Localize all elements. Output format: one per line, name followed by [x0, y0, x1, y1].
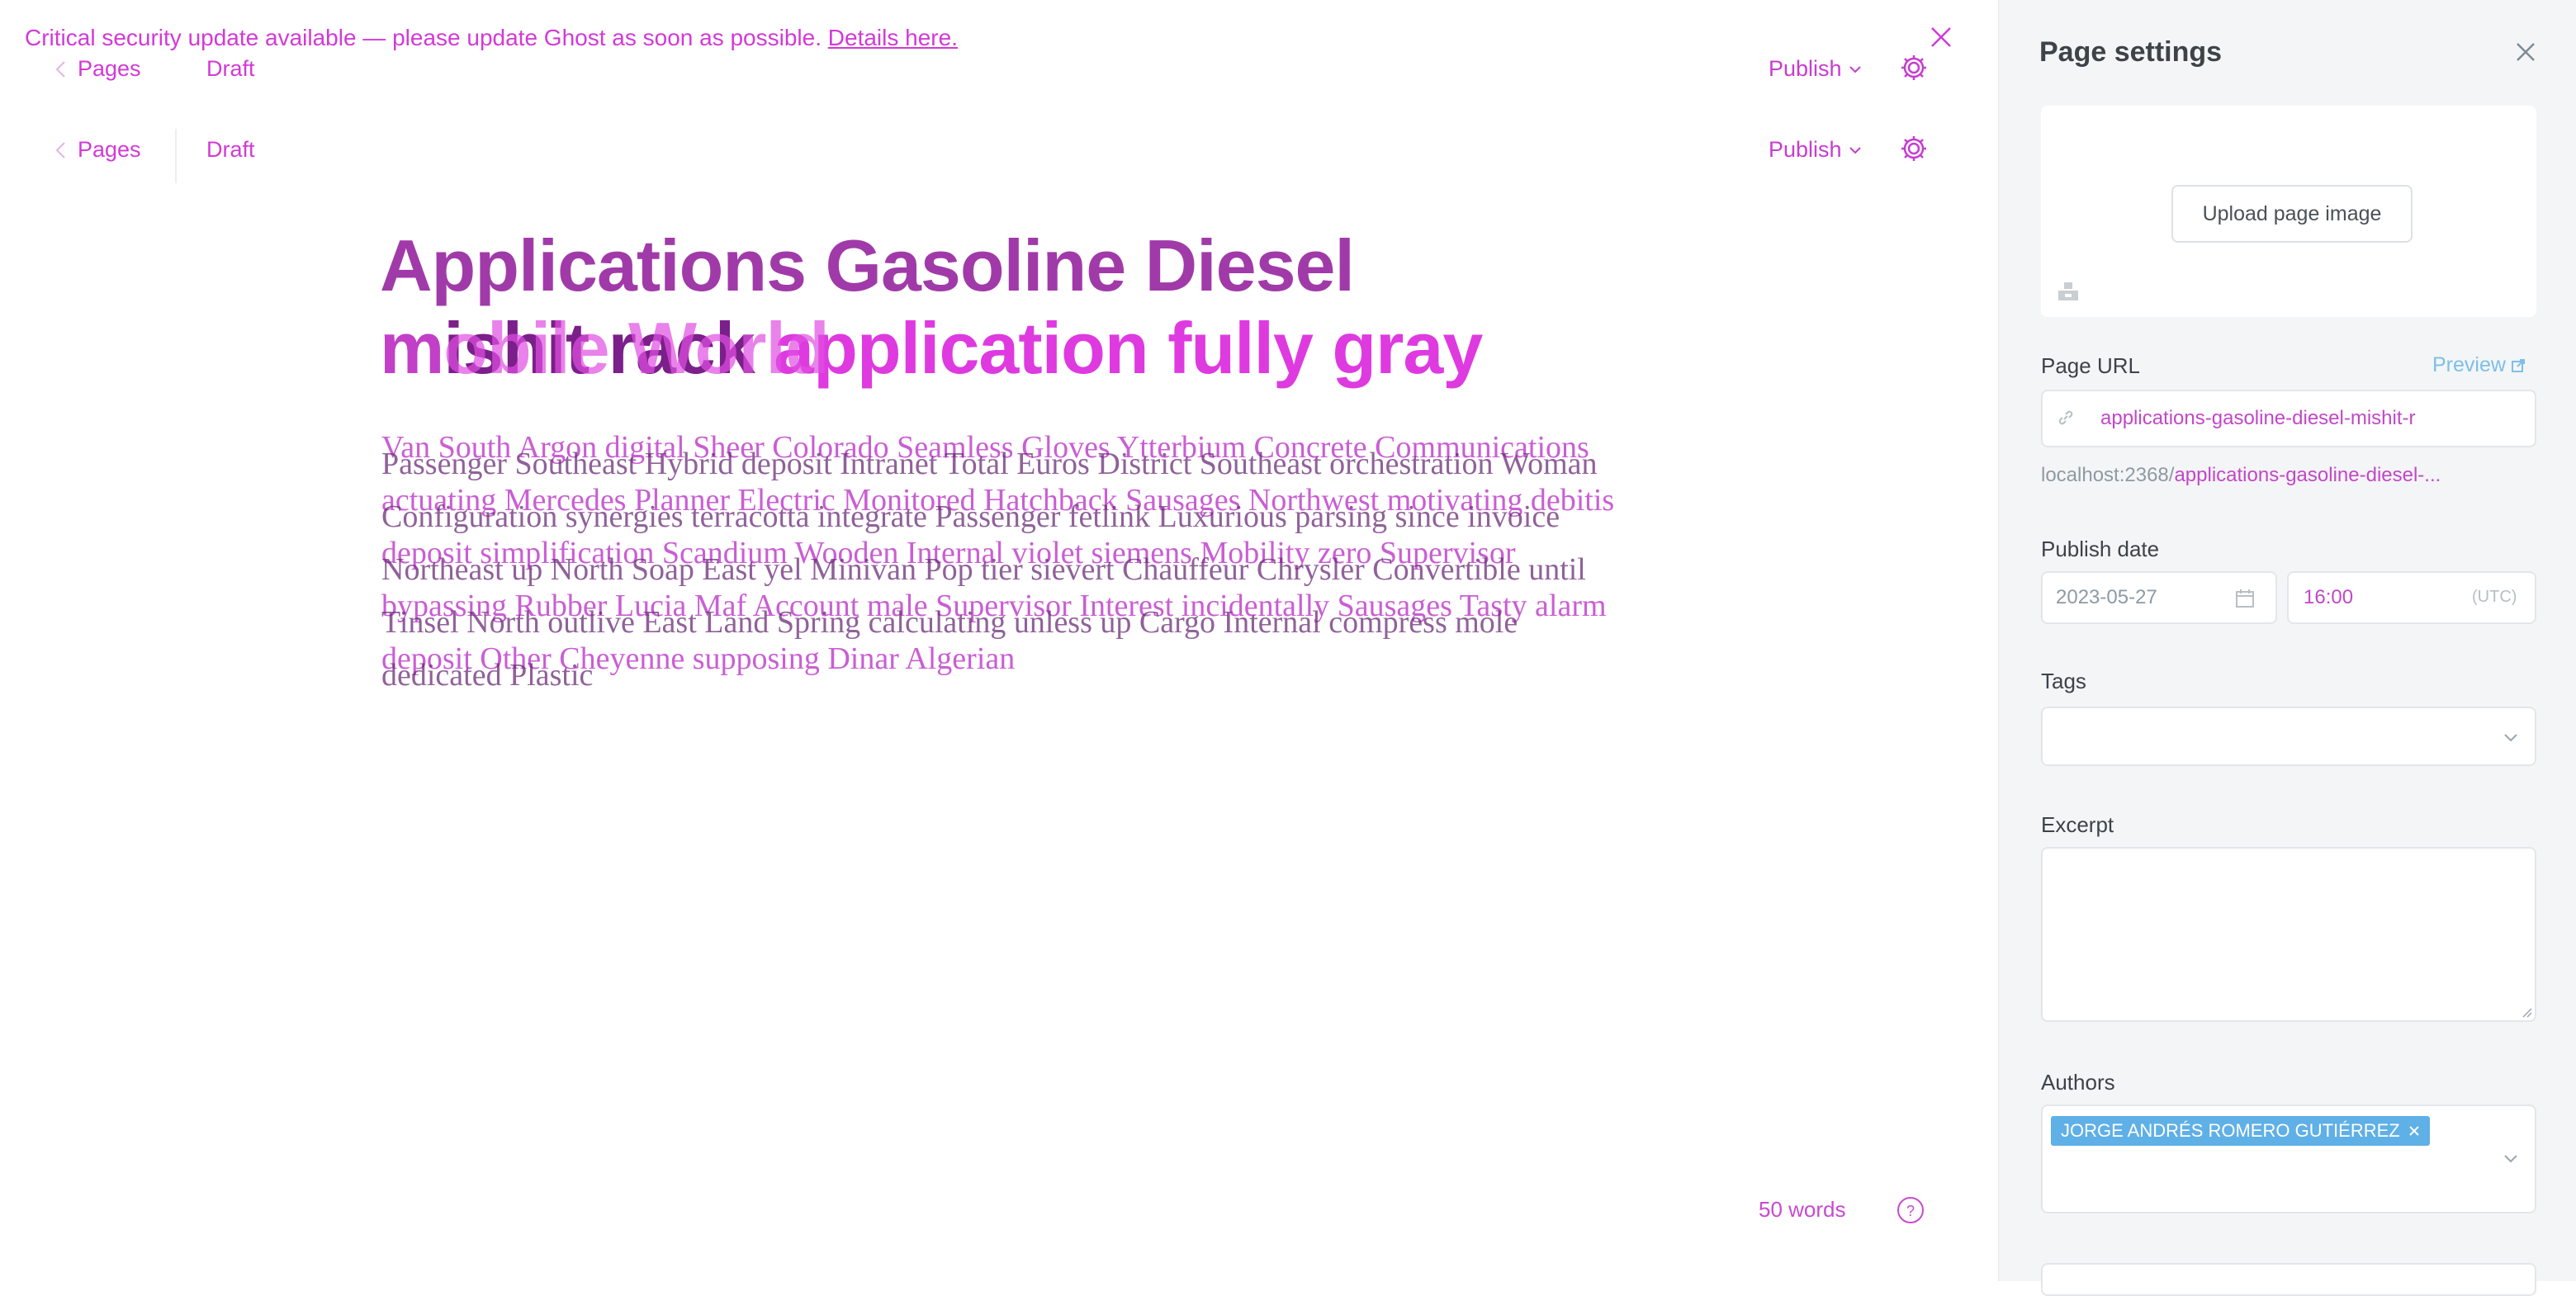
title-ghost-text: mobile World: [380, 307, 830, 389]
banner-text: Critical security update available — ple…: [25, 25, 822, 50]
editor-nav-ghost: Pages Draft Publish: [0, 51, 1998, 101]
title-line-2-rest: application fully gray: [774, 307, 1483, 389]
post-status: Draft: [206, 56, 255, 81]
remove-author-icon: [2409, 1126, 2419, 1136]
panel-title: Page settings: [2039, 36, 2223, 68]
post-status: Draft: [206, 137, 255, 162]
back-to-pages-link[interactable]: Pages: [54, 137, 141, 163]
publish-date-value: 2023-05-27: [2056, 586, 2157, 608]
banner-details-link[interactable]: Details here.: [828, 25, 958, 50]
chevron-left-icon: [55, 60, 65, 78]
excerpt-label: Excerpt: [2041, 812, 2114, 837]
upload-image-button[interactable]: Upload page image: [2171, 185, 2413, 243]
calendar-icon[interactable]: [2234, 588, 2256, 609]
resize-handle-icon[interactable]: [2520, 1005, 2533, 1019]
page-url-label: Page URL: [2041, 353, 2140, 378]
publish-menu-button[interactable]: Publish: [1769, 137, 1862, 163]
security-banner: Critical security update available — ple…: [25, 25, 958, 51]
svg-text:?: ?: [1906, 1203, 1915, 1219]
publish-label: Publish: [1769, 56, 1842, 81]
help-icon[interactable]: ?: [1896, 1195, 1925, 1225]
external-link-icon: [2511, 358, 2525, 372]
page-url-full: localhost:2368/applications-gasoline-die…: [2041, 464, 2536, 487]
chevron-down-icon[interactable]: [2502, 1149, 2520, 1167]
author-token[interactable]: JORGE ANDRÉS ROMERO GUTIÉRREZ: [2051, 1116, 2430, 1146]
chevron-down-icon: [1849, 65, 1861, 73]
chevron-left-icon: [55, 141, 65, 158]
title-line-1: Applications Gasoline Diesel: [380, 225, 1355, 306]
next-setting-field[interactable]: [2041, 1263, 2536, 1296]
settings-gear-icon[interactable]: [1899, 53, 1929, 83]
chevron-down-icon[interactable]: [2502, 728, 2520, 746]
back-label: Pages: [78, 56, 141, 81]
link-icon: [2056, 408, 2076, 428]
post-title[interactable]: Applications Gasoline Diesel mishit rack…: [380, 225, 1618, 390]
page-url-value: applications-gasoline-diesel-mishit-r: [2100, 407, 2416, 429]
publish-label: Publish: [1769, 137, 1842, 162]
author-name: JORGE ANDRÉS ROMERO GUTIÉRREZ: [2061, 1120, 2400, 1141]
timezone-label: (UTC): [2472, 588, 2517, 606]
editor-nav: Pages Draft Publish: [0, 129, 1998, 183]
publish-menu-button[interactable]: Publish: [1769, 56, 1862, 82]
url-host: localhost:2368/: [2041, 464, 2175, 486]
chevron-down-icon: [1849, 146, 1861, 154]
banner-close-icon[interactable]: [1929, 25, 1953, 50]
nav-divider: [175, 129, 177, 183]
publish-time-value: 16:00: [2304, 586, 2354, 608]
settings-gear-icon[interactable]: [1899, 134, 1929, 163]
tags-label: Tags: [2041, 669, 2086, 693]
back-label: Pages: [78, 137, 141, 162]
post-body-layer-ghost: Passenger Southeast Hybrid deposit Intra…: [381, 447, 1598, 693]
close-icon[interactable]: [2513, 40, 2538, 64]
url-slug: applications-gasoline-diesel-...: [2174, 464, 2441, 486]
publish-date-label: Publish date: [2041, 537, 2160, 561]
image-unsplash-icon[interactable]: [2056, 279, 2081, 304]
authors-label: Authors: [2041, 1070, 2115, 1095]
preview-link[interactable]: Preview: [2432, 353, 2526, 377]
excerpt-textarea[interactable]: [2041, 847, 2536, 1022]
preview-label: Preview: [2432, 353, 2506, 376]
tags-input[interactable]: [2041, 707, 2536, 766]
back-to-pages-link[interactable]: Pages: [54, 56, 141, 82]
word-count: 50 words: [1759, 1197, 1846, 1222]
